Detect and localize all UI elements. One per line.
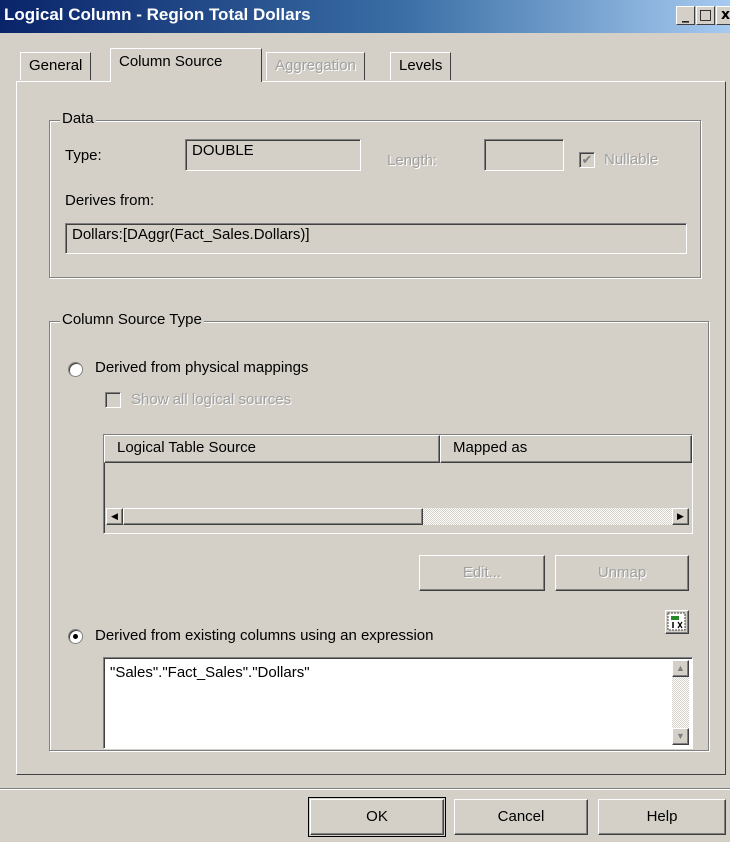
derives-from-label: Derives from: [65, 192, 155, 209]
column-header-mapped-as[interactable]: Mapped as [440, 435, 692, 463]
expression-builder-icon [667, 612, 686, 631]
scroll-left-button[interactable]: ◀ [106, 508, 123, 525]
column-source-type-label: Column Source Type [60, 311, 204, 328]
scroll-down-button[interactable]: ▼ [672, 728, 689, 745]
expression-radio-label[interactable]: Derived from existing columns using an e… [95, 627, 434, 644]
footer-separator [0, 788, 730, 790]
title-bar[interactable]: Logical Column - Region Total Dollars _ … [0, 0, 730, 33]
nullable-label: Nullable [604, 151, 659, 168]
scroll-up-button[interactable]: ▲ [672, 660, 689, 677]
logical-table-source-grid[interactable]: Logical Table Source Mapped as ◀ ▶ [103, 434, 693, 534]
show-all-logical-sources-label: Show all logical sources [131, 391, 292, 408]
physical-mappings-radio[interactable] [68, 362, 83, 377]
type-field: DOUBLE [185, 139, 361, 171]
horizontal-scroll-track[interactable] [423, 508, 672, 525]
column-header-logical-table-source[interactable]: Logical Table Source [104, 435, 440, 463]
tab-general[interactable]: General [20, 52, 92, 80]
ok-button[interactable]: OK [310, 799, 444, 835]
edit-button: Edit... [419, 555, 545, 591]
help-button[interactable]: Help [598, 799, 726, 835]
unmap-button: Unmap [555, 555, 689, 591]
nullable-checkbox: ✔ [579, 152, 595, 168]
tab-aggregation: Aggregation [266, 52, 365, 80]
data-group-label: Data [60, 110, 96, 127]
physical-mappings-label[interactable]: Derived from physical mappings [95, 359, 308, 376]
expression-radio[interactable] [68, 629, 83, 644]
tab-column-source[interactable]: Column Source [110, 48, 262, 82]
horizontal-scroll-thumb[interactable] [123, 508, 423, 525]
ok-button-frame[interactable]: OK [308, 797, 446, 837]
type-label: Type: [65, 147, 102, 164]
minimize-button[interactable]: _ [676, 6, 695, 25]
maximize-button[interactable]: □ [696, 6, 715, 25]
tab-panel-column-source: Data Type: DOUBLE Length: ✔ Nullable Der… [16, 81, 726, 775]
derives-from-field: Dollars:[DAggr(Fact_Sales.Dollars)] [65, 223, 687, 254]
expression-textarea[interactable]: "Sales"."Fact_Sales"."Dollars" ▲ ▼ [103, 657, 693, 749]
expression-builder-button[interactable] [665, 610, 689, 634]
length-label: Length: [387, 152, 438, 169]
close-button[interactable]: x [716, 6, 730, 25]
tab-levels[interactable]: Levels [390, 52, 452, 80]
cancel-button[interactable]: Cancel [454, 799, 588, 835]
window-title: Logical Column - Region Total Dollars [4, 5, 311, 24]
vertical-scroll-track[interactable] [672, 677, 689, 728]
length-field [484, 139, 564, 171]
logical-column-dialog: Logical Column - Region Total Dollars _ … [0, 0, 730, 842]
show-all-logical-sources-checkbox [105, 392, 121, 408]
expression-text: "Sales"."Fact_Sales"."Dollars" [110, 664, 310, 681]
scroll-right-button[interactable]: ▶ [672, 508, 689, 525]
